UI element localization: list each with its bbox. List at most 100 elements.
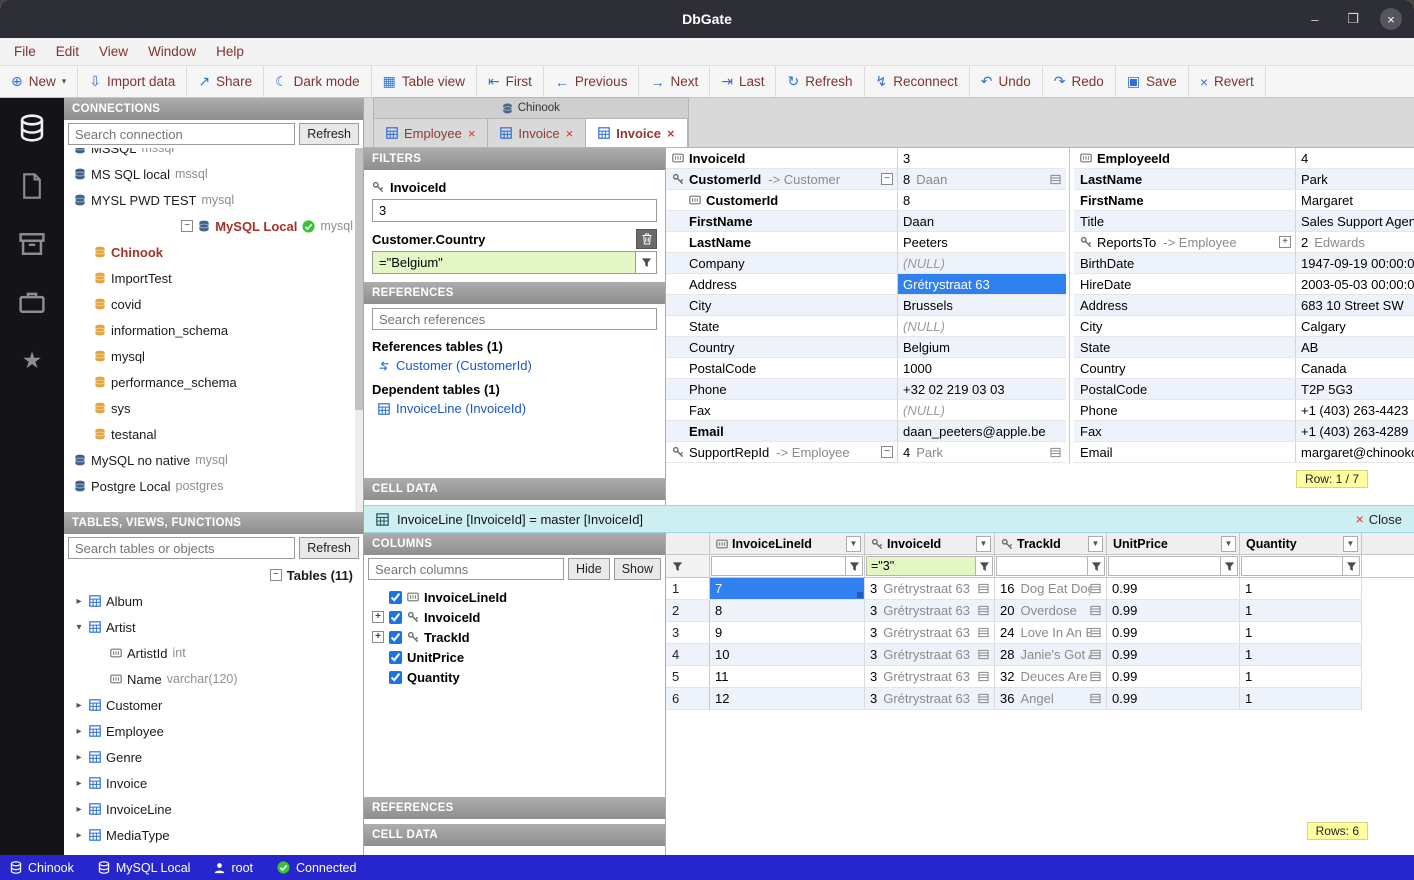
connection-search-input[interactable] [68, 123, 295, 145]
show-column-button[interactable]: Show [614, 558, 661, 580]
grid-filter-input[interactable] [1241, 556, 1343, 576]
grid-cell[interactable]: 3Grétrystraat 63 [865, 622, 995, 643]
grid-cell[interactable]: 0.99 [1107, 600, 1240, 621]
database-item[interactable]: ImportTest [64, 265, 363, 291]
toolbar-revert-button[interactable]: ×Revert [1189, 66, 1266, 97]
column-visible-checkbox[interactable] [389, 591, 402, 604]
form-field-value[interactable]: Peeters [898, 232, 1066, 252]
grid-filter-input[interactable] [711, 556, 846, 576]
chevron-right-icon[interactable]: ▸ [74, 726, 84, 737]
grid-cell[interactable]: 3Grétrystraat 63 [865, 644, 995, 665]
form-field-value[interactable]: +1 (403) 263-4289 [1296, 421, 1414, 441]
row-number[interactable]: 3 [666, 622, 710, 643]
grid-cell[interactable]: 1 [1240, 644, 1362, 665]
close-button[interactable]: × [1380, 8, 1402, 30]
table-item[interactable]: ▸Album [64, 588, 363, 614]
chevron-right-icon[interactable]: ▸ [74, 778, 84, 789]
expand-toggle[interactable]: + [372, 611, 384, 623]
tab-invoice[interactable]: Invoice× [488, 118, 586, 147]
collapse-toggle[interactable]: − [881, 173, 893, 185]
toolbar-last-button[interactable]: ⇥Last [710, 66, 776, 97]
menu-file[interactable]: File [4, 44, 46, 59]
toolbar-first-button[interactable]: ⇤First [477, 66, 544, 97]
maximize-button[interactable]: ❐ [1342, 8, 1364, 30]
grid-filter-menu-button[interactable] [1221, 556, 1238, 576]
row-number[interactable]: 4 [666, 644, 710, 665]
grid-cell[interactable]: 0.99 [1107, 688, 1240, 709]
column-toggle-item[interactable]: UnitPrice [364, 647, 665, 667]
column-toggle-item[interactable]: +InvoiceId [364, 607, 665, 627]
tables-search-input[interactable] [68, 537, 295, 559]
menu-window[interactable]: Window [138, 44, 206, 59]
columns-search-input[interactable] [368, 558, 564, 580]
grid-column-header[interactable]: InvoiceLineId▼ [710, 533, 865, 554]
filter-menu-button[interactable] [636, 251, 657, 274]
form-field-value[interactable]: AB [1296, 337, 1414, 357]
statusbar-root[interactable]: root [214, 861, 253, 875]
grid-cell[interactable]: 0.99 [1107, 666, 1240, 687]
toolbar-undo-button[interactable]: ↶Undo [970, 66, 1043, 97]
grid-filter-menu-button[interactable] [976, 556, 993, 576]
nav-archive-icon[interactable] [18, 230, 46, 258]
table-item[interactable]: ▸Employee [64, 718, 363, 744]
grid-cell[interactable]: 0.99 [1107, 578, 1240, 599]
form-field-value[interactable]: (NULL) [898, 253, 1066, 273]
expand-toggle[interactable]: + [372, 631, 384, 643]
form-field-value[interactable]: (NULL) [898, 400, 1066, 420]
toolbar-save-button[interactable]: ▣Save [1116, 66, 1189, 97]
form-field-value[interactable]: Brussels [898, 295, 1066, 315]
tab-employee[interactable]: Employee× [374, 118, 488, 147]
grid-cell[interactable]: 3Grétrystraat 63 [865, 578, 995, 599]
grid-cell[interactable]: 0.99 [1107, 644, 1240, 665]
grid-cell[interactable]: 1 [1240, 600, 1362, 621]
connection-item[interactable]: MS SQL localmssql [64, 161, 363, 187]
grid-cell[interactable]: 9 [710, 622, 865, 643]
connection-item[interactable]: −MySQL Localmysql [64, 213, 363, 239]
hide-column-button[interactable]: Hide [568, 558, 610, 580]
minimize-button[interactable]: – [1304, 8, 1326, 30]
references-search-input[interactable] [372, 308, 657, 330]
form-field-value[interactable]: 4 [1296, 148, 1414, 168]
form-field-value[interactable]: Park [1296, 169, 1414, 189]
grid-filter-input[interactable] [1108, 556, 1221, 576]
grid-cell[interactable]: 7 [710, 578, 865, 599]
grid-cell[interactable]: 12 [710, 688, 865, 709]
toolbar-reconnect-button[interactable]: ↯Reconnect [865, 66, 970, 97]
close-detail-button[interactable]: × Close [1356, 511, 1402, 527]
connections-scrollbar[interactable] [355, 148, 363, 512]
connection-item[interactable]: Postgre Localpostgres [64, 473, 363, 499]
grid-cell[interactable]: 24Love In An Elevator [995, 622, 1107, 643]
database-item[interactable]: mysql [64, 343, 363, 369]
tab-close-icon[interactable]: × [667, 126, 675, 141]
connection-item[interactable]: MYSL PWD TESTmysql [64, 187, 363, 213]
form-field-value[interactable]: 2Edwards [1296, 232, 1414, 252]
table-item[interactable]: ▾Artist [64, 614, 363, 640]
database-item[interactable]: Chinook [64, 239, 363, 265]
grid-cell[interactable]: 1 [1240, 688, 1362, 709]
form-field-value[interactable]: T2P 5G3 [1296, 379, 1414, 399]
row-number[interactable]: 6 [666, 688, 710, 709]
statusbar-mysql-local[interactable]: MySQL Local [98, 861, 191, 875]
grid-filter-input[interactable] [866, 556, 976, 576]
reference-link[interactable]: Customer (CustomerId) [378, 358, 657, 373]
form-field-value[interactable]: 4Park [898, 442, 1066, 462]
grid-column-header[interactable]: UnitPrice▼ [1107, 533, 1240, 554]
filter-value-input[interactable] [372, 199, 657, 222]
expand-toggle[interactable]: + [1279, 236, 1291, 248]
form-field-value[interactable]: 8 [898, 190, 1066, 210]
tab-close-icon[interactable]: × [468, 126, 476, 141]
toolbar-share-button[interactable]: ↗Share [187, 66, 264, 97]
grid-filter-menu-button[interactable] [846, 556, 863, 576]
tables-refresh-button[interactable]: Refresh [299, 537, 359, 559]
form-field-value[interactable]: Margaret [1296, 190, 1414, 210]
nav-apps-icon[interactable] [18, 288, 46, 316]
form-field-value[interactable]: Grétrystraat 63 [898, 274, 1066, 294]
menu-edit[interactable]: Edit [46, 44, 89, 59]
reference-link[interactable]: InvoiceLine (InvoiceId) [378, 401, 657, 416]
form-field-value[interactable]: Canada [1296, 358, 1414, 378]
toolbar-refresh-button[interactable]: ↻Refresh [776, 66, 864, 97]
grid-cell[interactable]: 10 [710, 644, 865, 665]
form-field-value[interactable]: daan_peeters@apple.be [898, 421, 1066, 441]
nav-files-icon[interactable] [18, 172, 46, 200]
scrollbar-thumb[interactable] [355, 148, 363, 410]
